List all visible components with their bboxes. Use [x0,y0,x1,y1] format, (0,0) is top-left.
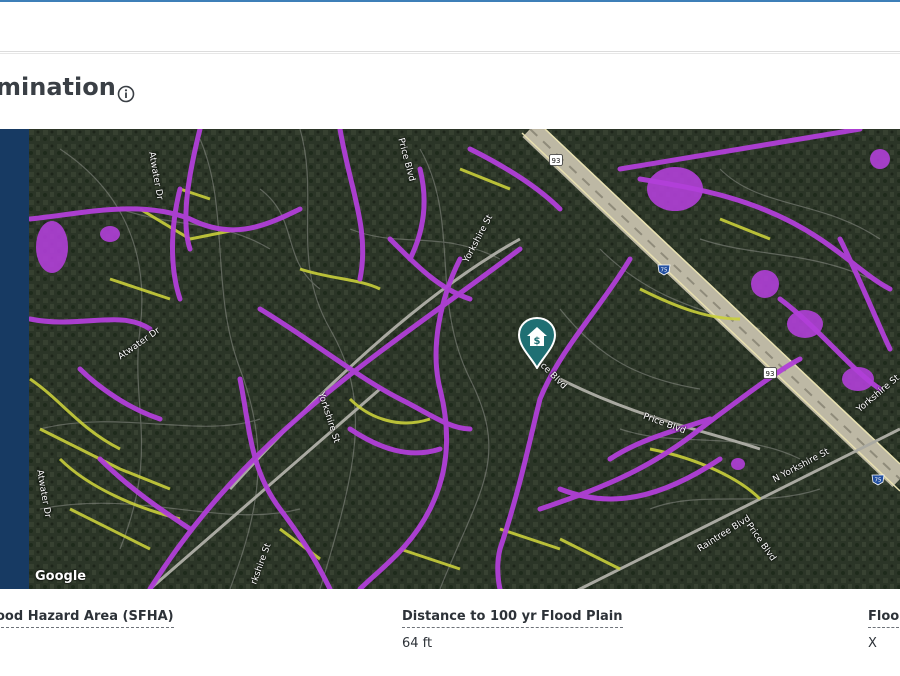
svg-text:75: 75 [875,478,882,484]
interstate-shield-icon: 75 [657,264,671,276]
flood-plain-distance-field: Distance to 100 yr Flood Plain 64 ft [402,607,623,651]
flood-zone-value: X [868,636,877,651]
satellite-map-layer [0,129,900,589]
top-strip [0,0,900,52]
flood-zone-label[interactable]: Floo [868,609,900,628]
svg-text:93: 93 [766,370,775,378]
flood-plain-distance-value: 64 ft [402,636,433,651]
sfha-field: ood Hazard Area (SFHA) [0,607,174,636]
svg-text:75: 75 [661,268,668,274]
flood-map[interactable]: Atwater Dr Atwater Dr Atwater Dr Price B… [0,129,900,589]
map-side-panel [0,129,29,589]
google-attribution: Google [35,569,87,584]
info-icon[interactable] [117,85,135,103]
flood-plain-distance-label[interactable]: Distance to 100 yr Flood Plain [402,609,623,628]
flood-zone-section: mination Atwater Dr Atwater Dr Atwater D… [0,53,900,676]
interstate-shield-icon: 75 [871,474,885,486]
property-pin-icon[interactable]: $ [517,317,557,369]
flood-zone-field: Floo X [868,607,900,651]
sfha-label[interactable]: ood Hazard Area (SFHA) [0,609,174,628]
highway-shield-icon: 93 [549,154,563,166]
highway-shield-icon: 93 [763,367,777,379]
svg-text:$: $ [534,336,541,347]
svg-text:93: 93 [552,157,561,165]
section-title: mination [0,73,116,101]
